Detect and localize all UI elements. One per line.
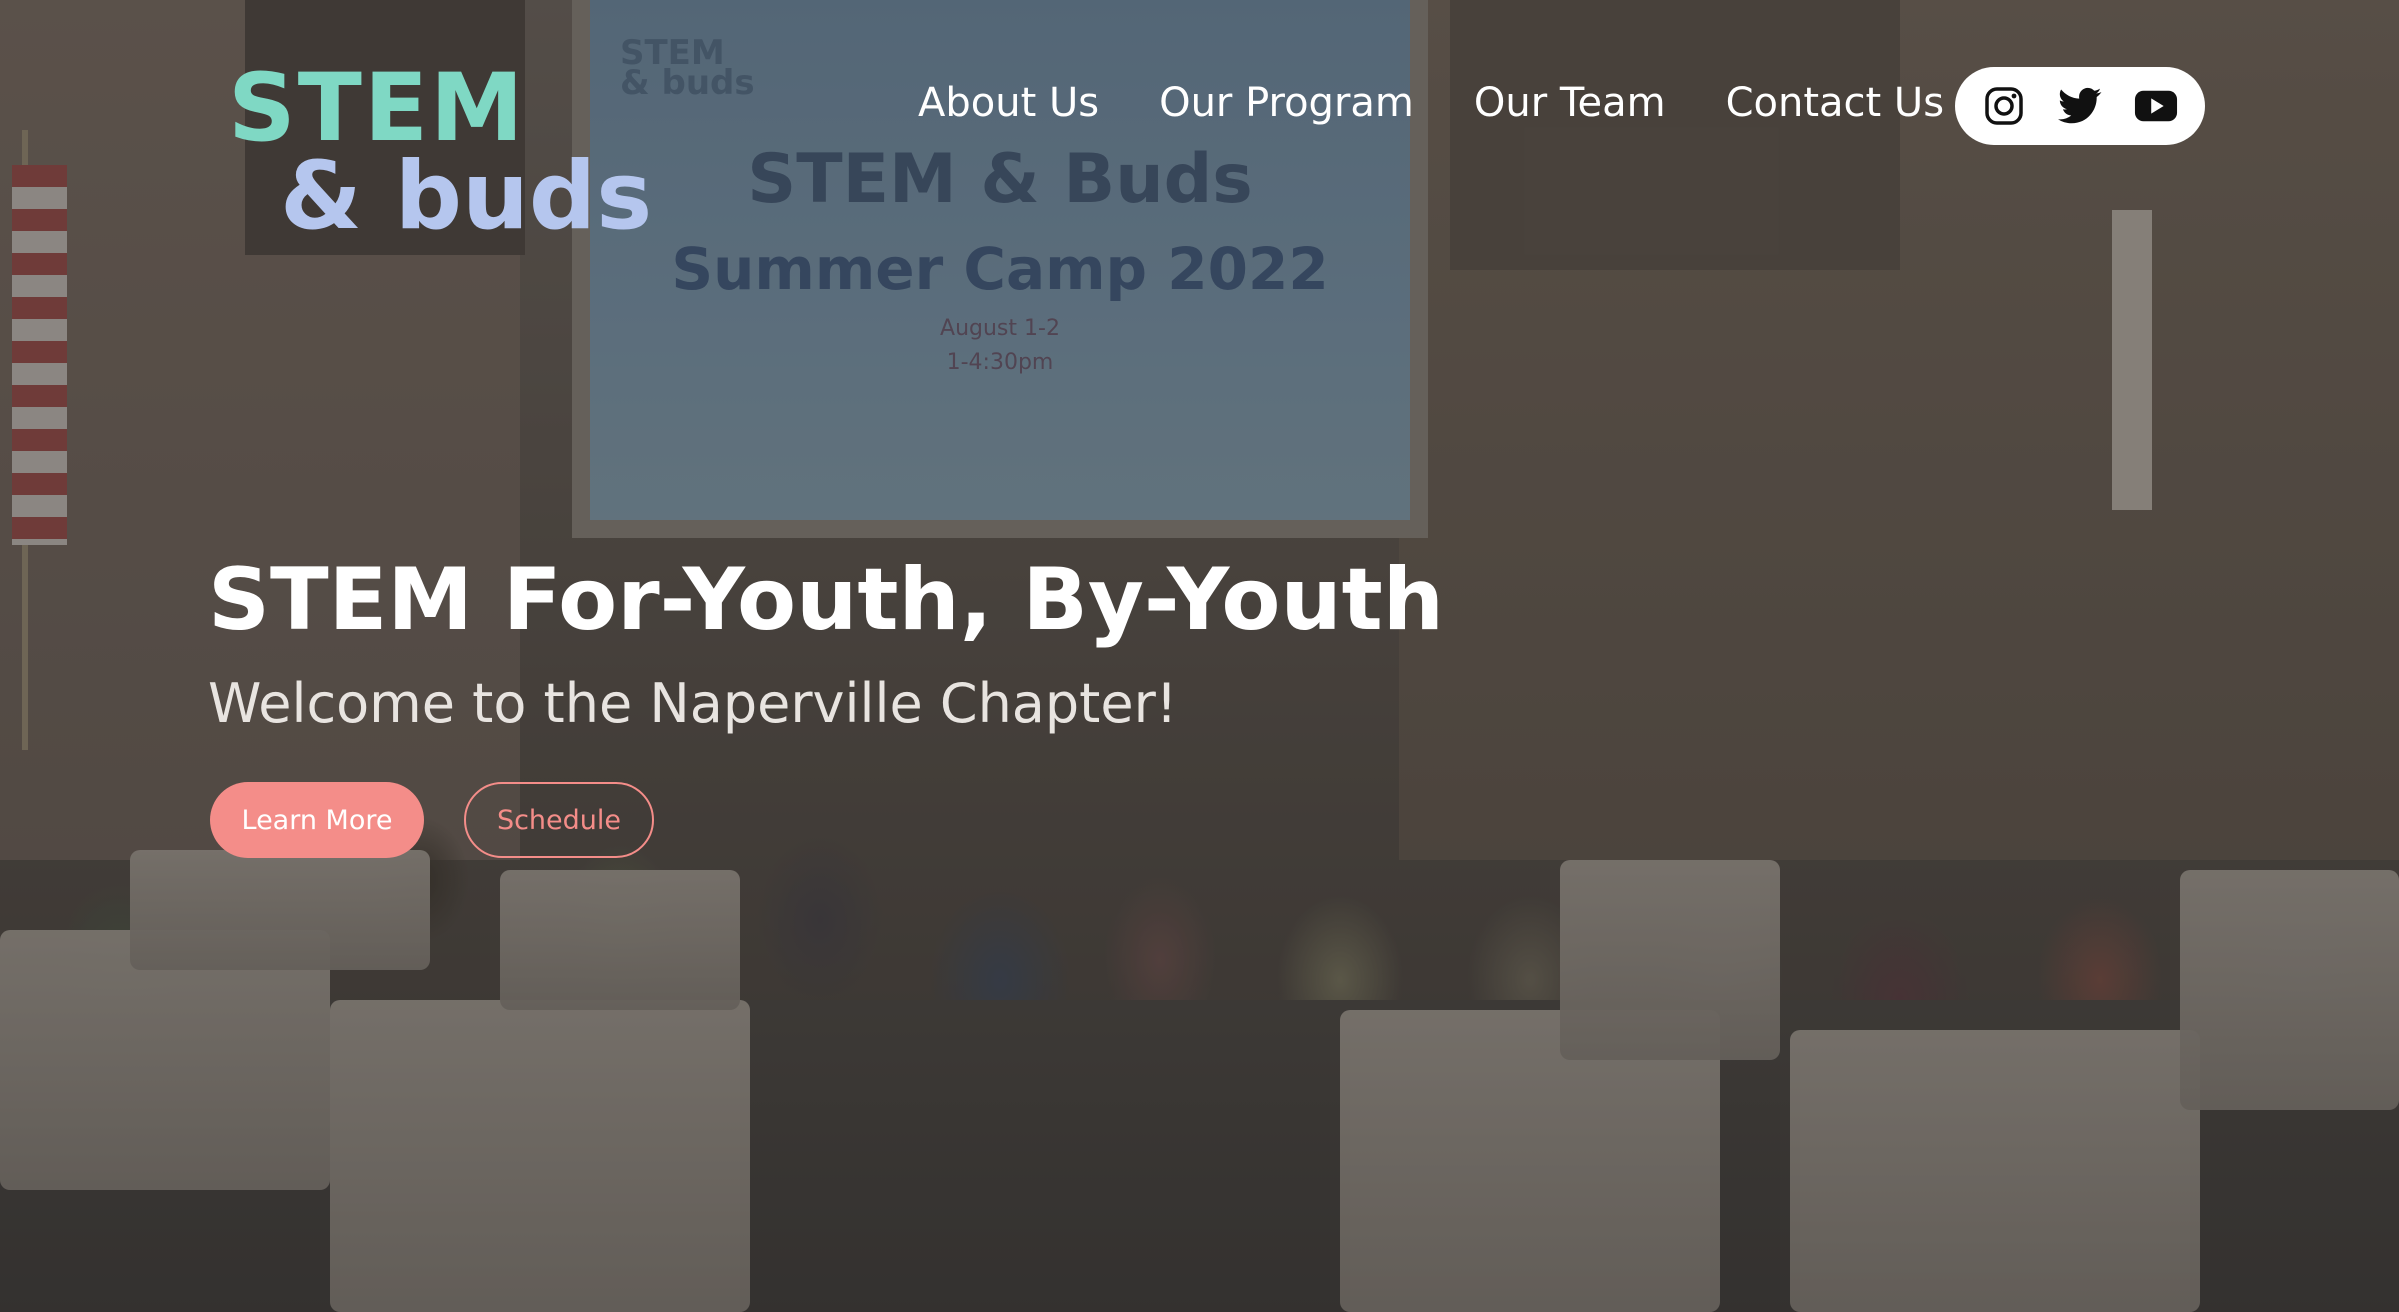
- schedule-button[interactable]: Schedule: [464, 782, 654, 858]
- hero-title: STEM For-Youth, By-Youth: [208, 550, 1444, 650]
- nav-item-contact-us[interactable]: Contact Us: [1726, 80, 1944, 126]
- hero-subtitle: Welcome to the Naperville Chapter!: [208, 672, 1178, 735]
- social-links: [1955, 67, 2205, 145]
- instagram-icon[interactable]: [1982, 84, 2026, 128]
- nav-item-our-team[interactable]: Our Team: [1474, 80, 1666, 126]
- hero-section: STEM & buds STEM & Buds Summer Camp 2022…: [0, 0, 2399, 1312]
- logo-text-buds: & buds: [280, 142, 653, 251]
- nav-item-about-us[interactable]: About Us: [918, 80, 1099, 126]
- site-logo[interactable]: STEM & buds: [228, 62, 652, 244]
- youtube-icon[interactable]: [2134, 84, 2178, 128]
- nav-item-our-program[interactable]: Our Program: [1159, 80, 1414, 126]
- main-nav: About Us Our Program Our Team Contact Us: [918, 80, 1944, 126]
- learn-more-button[interactable]: Learn More: [210, 782, 424, 858]
- twitter-icon[interactable]: [2058, 84, 2102, 128]
